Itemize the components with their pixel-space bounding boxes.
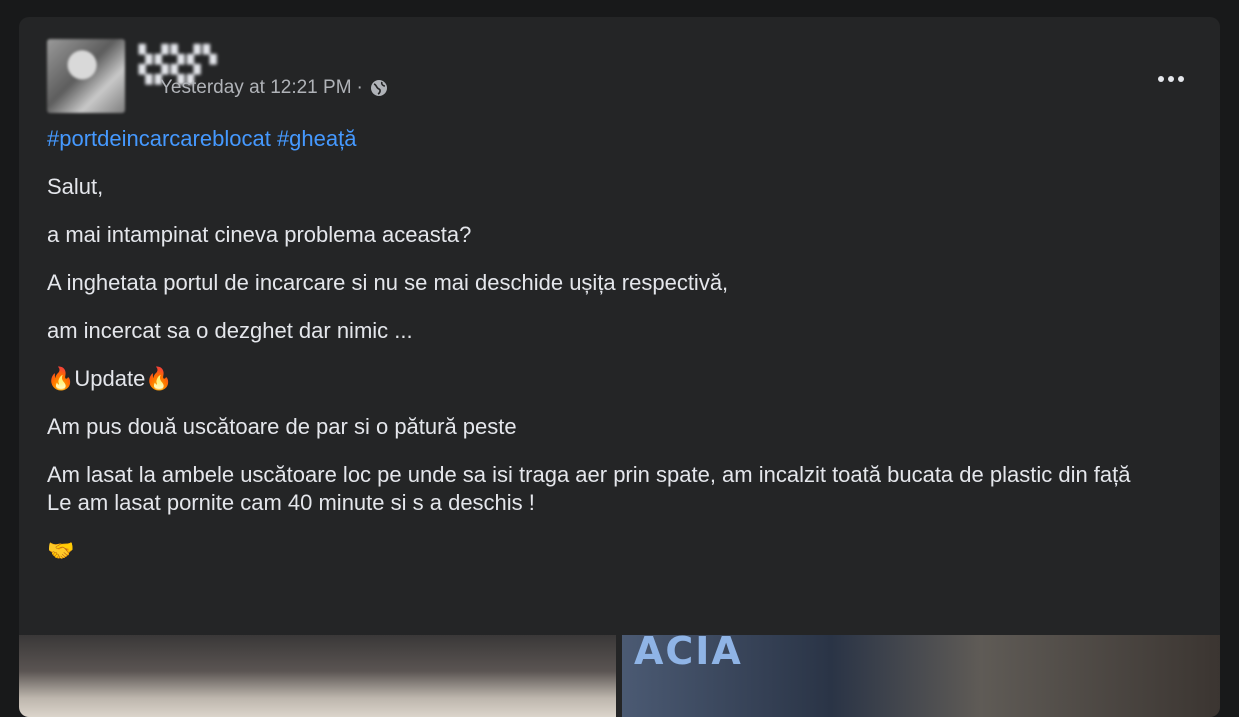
- post-paragraph: Am lasat la ambele uscătoare loc pe unde…: [47, 462, 1131, 515]
- post-paragraph: 🔥Update🔥: [47, 366, 173, 391]
- avatar[interactable]: [47, 39, 125, 113]
- post-image[interactable]: [19, 635, 616, 717]
- hashtag-link[interactable]: #portdeincarcareblocat: [47, 126, 271, 151]
- post-paragraph: am incercat sa o dezghet dar nimic ...: [47, 318, 413, 343]
- globe-icon[interactable]: [369, 78, 389, 98]
- post-meta: Yesterday at 12:21 PM ·: [160, 77, 389, 99]
- post-header: ▚▞▚▞▚ ▚▞▚▞ Yesterday at 12:21 PM ·: [47, 39, 1187, 113]
- post-paragraph: Am pus două uscătoare de par si o pătură…: [47, 414, 517, 439]
- hashtag-row: #portdeincarcareblocat #gheață: [47, 125, 1187, 153]
- post-body: #portdeincarcareblocat #gheață Salut, a …: [47, 125, 1187, 585]
- post-paragraph: Salut,: [47, 174, 104, 199]
- post-image[interactable]: ACIA: [622, 629, 1220, 717]
- author-name[interactable]: ▚▞▚▞▚ ▚▞▚▞: [139, 45, 289, 84]
- post-card: ▚▞▚▞▚ ▚▞▚▞ Yesterday at 12:21 PM · #port…: [19, 17, 1220, 717]
- post-paragraph: A inghetata portul de incarcare si nu se…: [47, 270, 729, 295]
- image-brand-text: ACIA: [634, 629, 743, 673]
- handshake-icon: 🤝: [47, 538, 75, 563]
- post-images[interactable]: ACIA: [19, 629, 1220, 717]
- more-horizontal-icon[interactable]: [1151, 69, 1191, 89]
- hashtag-link[interactable]: #gheață: [277, 126, 357, 151]
- post-paragraph: a mai intampinat cineva problema aceasta…: [47, 222, 472, 247]
- post-timestamp[interactable]: Yesterday at 12:21 PM: [160, 77, 352, 99]
- meta-separator: ·: [356, 77, 363, 98]
